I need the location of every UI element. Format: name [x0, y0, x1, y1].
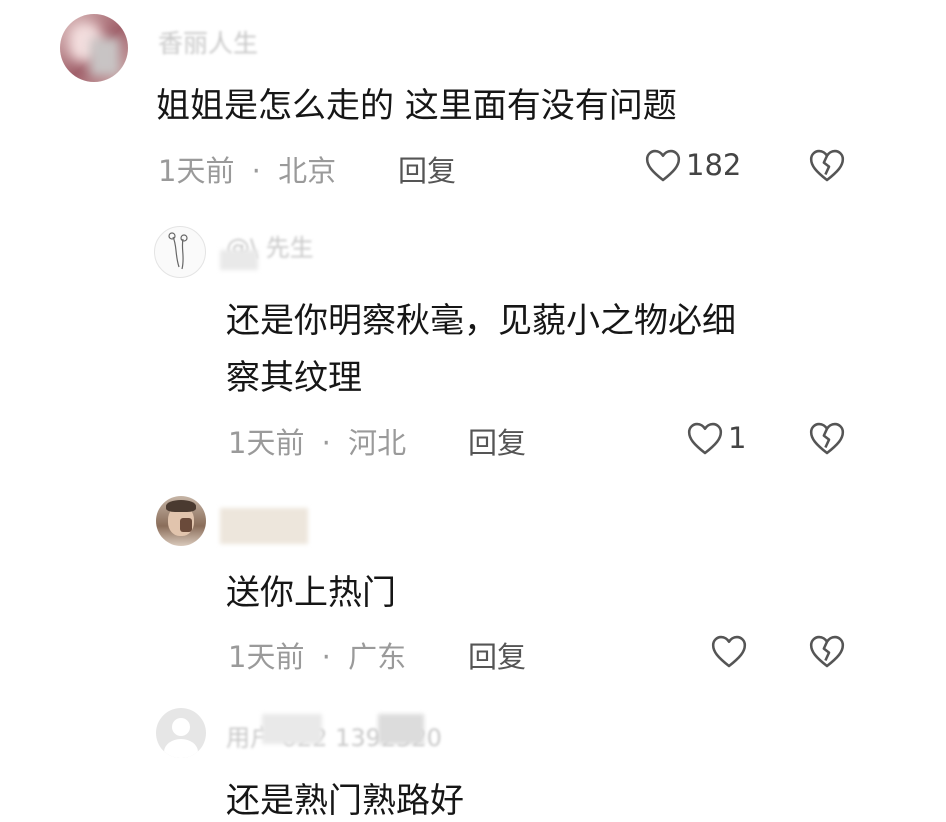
- like-count: 1: [728, 421, 747, 455]
- heart-outline-icon: [686, 420, 724, 456]
- user-avatar[interactable]: [156, 496, 206, 546]
- broken-heart-icon: [808, 420, 846, 456]
- comment-meta: 1天前 · 北京: [158, 148, 336, 190]
- comment-text: 姐姐是怎么走的 这里面有没有问题: [156, 86, 677, 126]
- comment-time: 1天前: [228, 426, 305, 460]
- heart-outline-icon: [710, 633, 748, 669]
- dislike-button[interactable]: [808, 147, 846, 183]
- dislike-button[interactable]: [808, 633, 846, 669]
- comment-text-line2: 察其纹理: [226, 358, 362, 398]
- broken-heart-icon: [808, 633, 846, 669]
- like-count: 182: [686, 148, 742, 182]
- meta-separator: ·: [321, 640, 331, 674]
- comment-text: 还是你明察秋毫，见藐小之物必细: [226, 301, 736, 341]
- username-mask: [220, 508, 308, 544]
- like-button[interactable]: 182: [644, 147, 741, 183]
- comment-location: 河北: [348, 426, 407, 460]
- reply-button[interactable]: 回复: [468, 634, 526, 676]
- comment-time: 1天前: [158, 154, 235, 188]
- reply-button[interactable]: 回复: [398, 148, 456, 190]
- username[interactable]: 香丽人生: [158, 24, 258, 60]
- username-mask: [220, 250, 258, 270]
- user-avatar[interactable]: [60, 14, 128, 82]
- heart-outline-icon: [644, 147, 682, 183]
- meta-separator: ·: [321, 426, 331, 460]
- comment-location: 广东: [348, 640, 407, 674]
- comment-meta: 1天前 · 河北: [228, 420, 406, 462]
- comment-time: 1天前: [228, 640, 305, 674]
- reply-button[interactable]: 回复: [468, 420, 526, 462]
- user-avatar[interactable]: [154, 226, 206, 278]
- comment-location: 北京: [278, 154, 337, 188]
- meta-separator: ·: [251, 154, 261, 188]
- username-mask: [262, 714, 322, 744]
- dislike-button[interactable]: [808, 420, 846, 456]
- broken-heart-icon: [808, 147, 846, 183]
- default-avatar-icon[interactable]: [156, 708, 206, 758]
- like-button[interactable]: [710, 633, 752, 669]
- comment-meta: 1天前 · 广东: [228, 634, 406, 676]
- like-button[interactable]: 1: [686, 420, 746, 456]
- username-mask: [378, 714, 424, 744]
- comment-text: 还是熟门熟路好: [226, 781, 464, 821]
- comment-text: 送你上热门: [226, 573, 396, 613]
